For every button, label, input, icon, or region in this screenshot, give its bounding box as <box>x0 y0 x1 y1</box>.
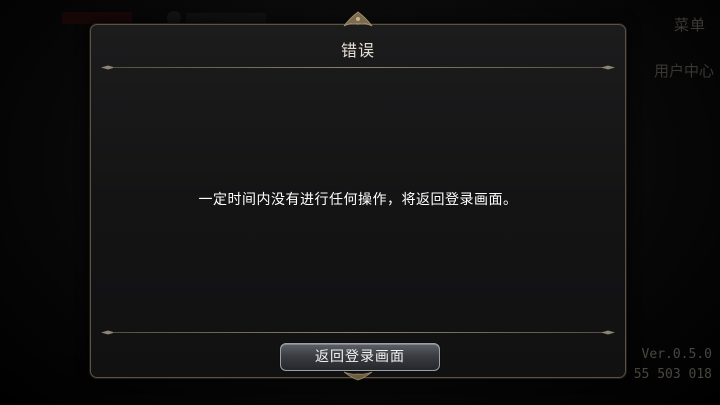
dialog-crest-icon <box>343 11 373 27</box>
game-screen: 菜单 用户中心 Ver.0.5.0 55 503 018 错误 一定时间内没有进… <box>0 0 720 405</box>
bottom-divider <box>101 330 615 336</box>
build-code-text: 55 503 018 <box>633 367 712 382</box>
menu-button: 菜单 <box>673 16 706 34</box>
top-divider <box>101 65 615 71</box>
user-center-button: 用户中心 <box>653 62 714 80</box>
error-dialog: 错误 一定时间内没有进行任何操作，将返回登录画面。 返回登录画面 <box>90 24 626 378</box>
return-to-login-button[interactable]: 返回登录画面 <box>280 343 440 371</box>
dialog-message: 一定时间内没有进行任何操作，将返回登录画面。 <box>198 192 518 208</box>
version-info: Ver.0.5.0 55 503 018 <box>634 345 712 385</box>
version-text: Ver.0.5.0 <box>641 347 712 362</box>
dialog-crest-icon <box>343 371 373 381</box>
dialog-title: 错误 <box>340 41 375 60</box>
divider-ornament-icon <box>601 65 615 70</box>
divider-ornament-icon <box>601 330 615 335</box>
